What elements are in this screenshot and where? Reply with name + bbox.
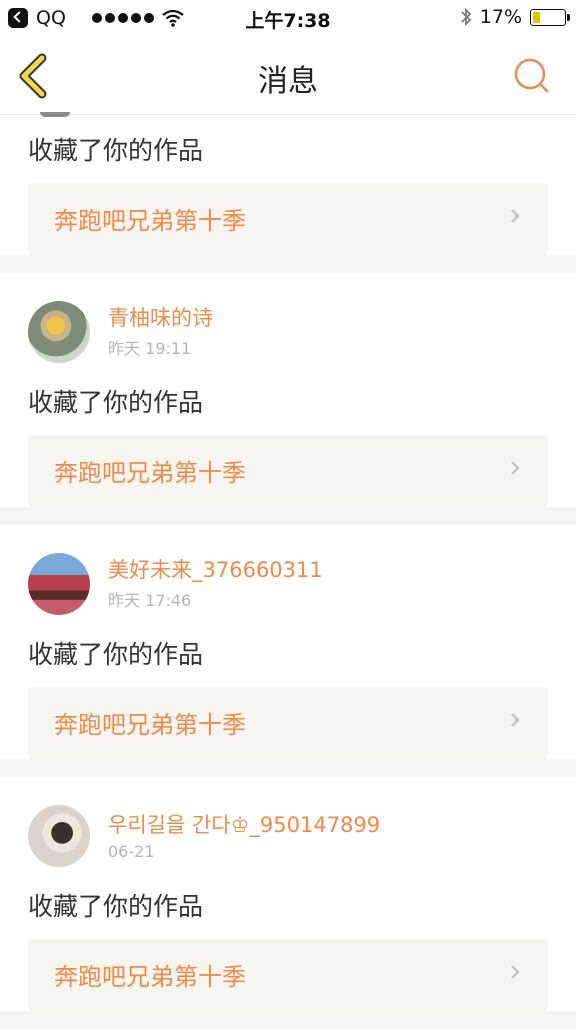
username[interactable]: 우리길을 간다♔_950147899 (108, 812, 380, 838)
nav-bar: 消息 (0, 38, 576, 115)
message-card: 우리길을 간다♔_950147899 06-21 收藏了你的作品 奔跑吧兄弟第十… (0, 777, 576, 1011)
chevron-right-icon (511, 209, 520, 223)
timestamp: 昨天 19:11 (108, 339, 192, 358)
username[interactable]: 美好未来_376660311 (108, 557, 323, 583)
work-link[interactable]: 奔跑吧兄弟第十季 (28, 435, 548, 507)
username[interactable]: 青柚味的诗 (108, 305, 213, 331)
message-action: 收藏了你的作品 (28, 388, 204, 417)
timestamp: 06-21 (108, 841, 155, 861)
user-row: 美好未来_376660311 昨天 17:46 (28, 525, 548, 627)
work-link[interactable]: 奔跑吧兄弟第十季 (28, 687, 548, 759)
chevron-right-icon (511, 713, 520, 727)
battery-icon (530, 8, 570, 26)
message-card: 青柚味的诗 昨天 19:11 收藏了你的作品 奔跑吧兄弟第十季 (0, 273, 576, 507)
avatar[interactable] (28, 805, 90, 867)
user-row: 青柚味的诗 昨天 19:11 (28, 273, 548, 375)
user-meta: 美好未来_376660311 昨天 17:46 (108, 557, 323, 611)
bluetooth-icon (461, 7, 472, 27)
battery-percent: 17% (479, 6, 522, 28)
chevron-right-icon (511, 461, 520, 475)
avatar[interactable] (28, 301, 90, 363)
user-row: 우리길을 간다♔_950147899 06-21 (28, 777, 548, 879)
search-button[interactable] (512, 56, 552, 96)
avatar[interactable] (40, 112, 70, 117)
page-title: 消息 (258, 64, 318, 99)
message-action: 收藏了你的作品 (28, 640, 204, 669)
status-right: 17% (460, 6, 570, 28)
work-title: 奔跑吧兄弟第十季 (54, 207, 246, 235)
status-bar: QQ 上午7:38 17% (0, 0, 576, 38)
user-meta: 青柚味的诗 昨天 19:11 (108, 305, 213, 359)
work-link[interactable]: 奔跑吧兄弟第十季 (28, 939, 548, 1011)
timestamp: 昨天 17:46 (108, 591, 192, 610)
message-card: 美好未来_376660311 昨天 17:46 收藏了你的作品 奔跑吧兄弟第十季 (0, 525, 576, 759)
work-title: 奔跑吧兄弟第十季 (54, 459, 246, 487)
message-action: 收藏了你的作品 (28, 892, 204, 921)
work-title: 奔跑吧兄弟第十季 (54, 711, 246, 739)
chevron-right-icon (511, 965, 520, 979)
battery-level (533, 11, 540, 23)
work-link[interactable]: 奔跑吧兄弟第十季 (28, 183, 548, 255)
message-card: 收藏了你的作品 奔跑吧兄弟第十季 (0, 115, 576, 255)
message-action: 收藏了你的作品 (28, 136, 204, 165)
user-meta: 우리길을 간다♔_950147899 06-21 (108, 812, 380, 861)
message-feed: 收藏了你的作品 奔跑吧兄弟第十季 青柚味的诗 昨天 19:11 收藏了你的作品 … (0, 115, 576, 1029)
work-title: 奔跑吧兄弟第十季 (54, 963, 246, 991)
avatar[interactable] (28, 553, 90, 615)
search-icon[interactable] (512, 56, 552, 96)
